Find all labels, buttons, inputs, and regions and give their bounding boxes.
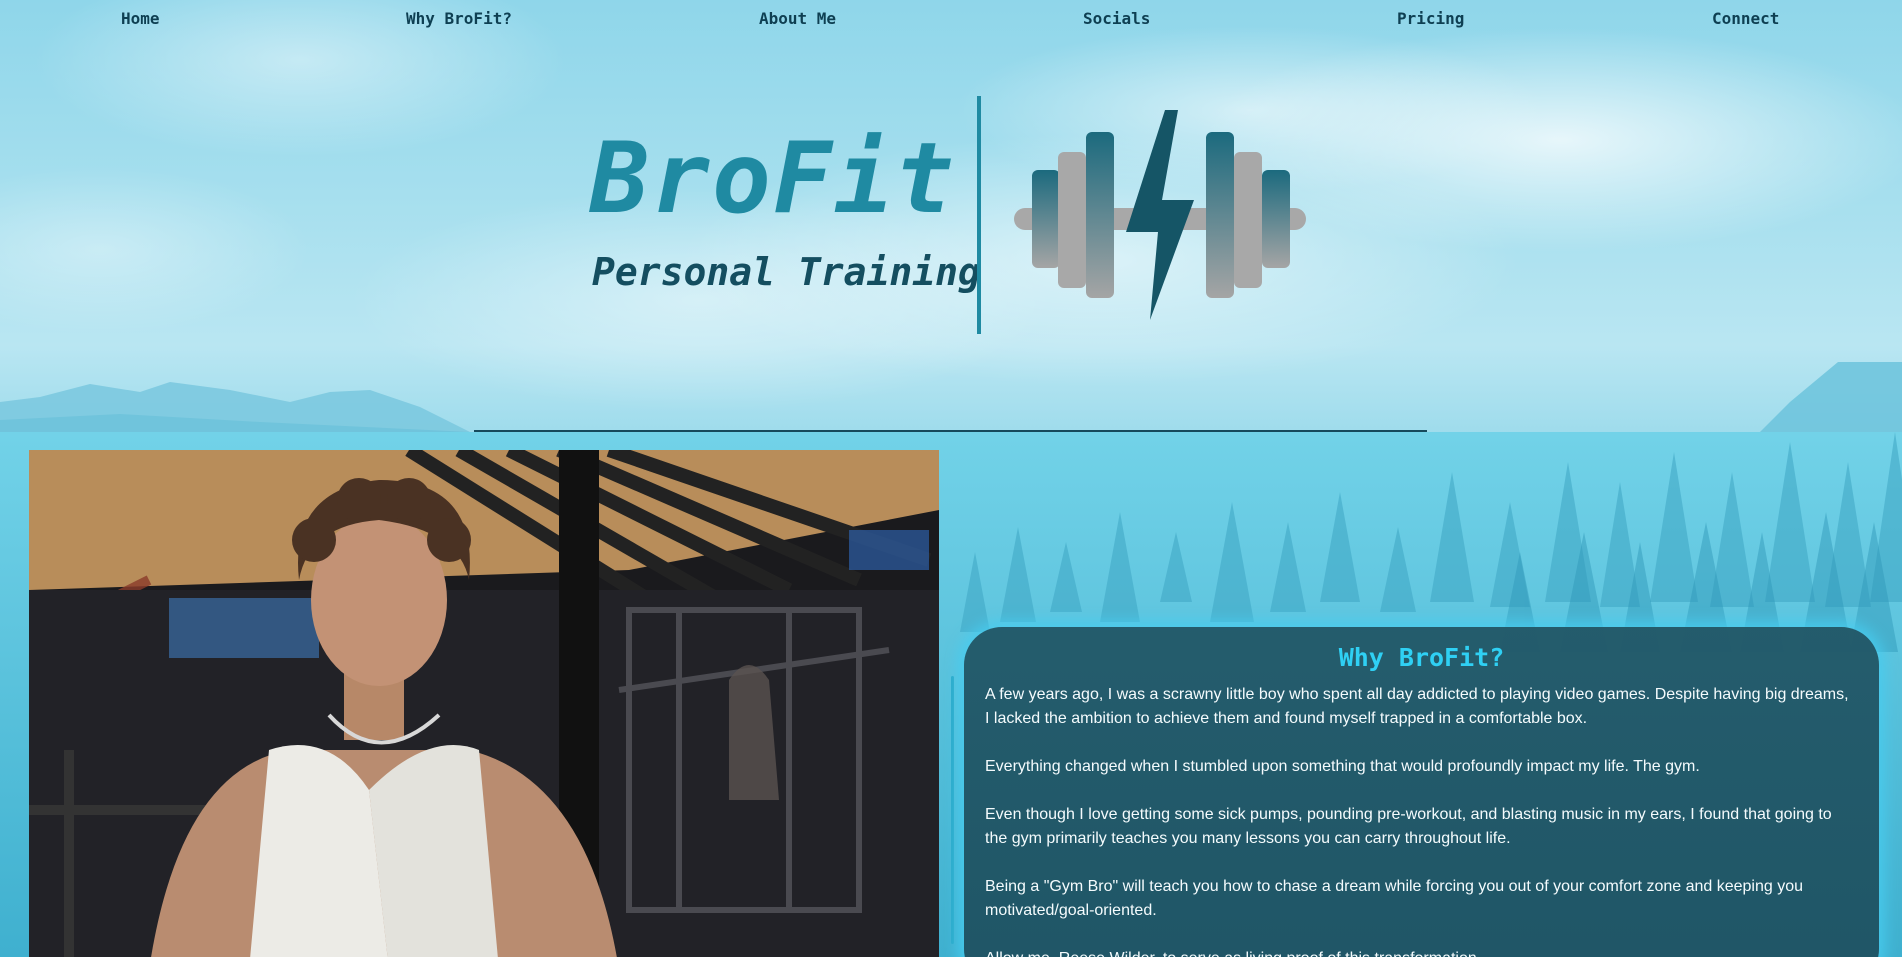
brand-title: BroFit: [590, 122, 957, 236]
nav-connect[interactable]: Connect: [1712, 9, 1779, 28]
dumbbell-lightning-icon: [1014, 110, 1306, 320]
hero-banner: Home Why BroFit? About Me Socials Pricin…: [0, 0, 1902, 432]
why-brofit-card: Why BroFit? A few years ago, I was a scr…: [964, 627, 1879, 957]
nav-home[interactable]: Home: [121, 9, 160, 28]
why-section: Why BroFit? A few years ago, I was a scr…: [0, 432, 1902, 957]
nav-socials[interactable]: Socials: [1083, 9, 1150, 28]
why-paragraph: Being a "Gym Bro" will teach you how to …: [985, 878, 1804, 919]
why-paragraph: Everything changed when I stumbled upon …: [985, 758, 1700, 775]
top-nav: Home Why BroFit? About Me Socials Pricin…: [0, 0, 1902, 40]
why-brofit-heading: Why BroFit?: [1338, 643, 1505, 672]
brand-divider: [977, 96, 981, 334]
mountain-silhouette: [0, 362, 1902, 432]
why-paragraph: Allow me, Reese Wilder, to serve as livi…: [985, 947, 1855, 957]
trainer-photo-illustration: [29, 450, 939, 957]
why-paragraph: A few years ago, I was a scrawny little …: [985, 686, 1849, 727]
brand-subtitle: Personal Training: [592, 250, 981, 294]
why-paragraph: Even though I love getting some sick pum…: [985, 806, 1832, 847]
nav-about-me[interactable]: About Me: [759, 9, 836, 28]
gym-photo: [29, 450, 939, 957]
card-accent-line: [951, 676, 954, 944]
nav-why-brofit[interactable]: Why BroFit?: [406, 9, 512, 28]
why-brofit-body: A few years ago, I was a scrawny little …: [985, 683, 1855, 957]
nav-pricing[interactable]: Pricing: [1397, 9, 1464, 28]
